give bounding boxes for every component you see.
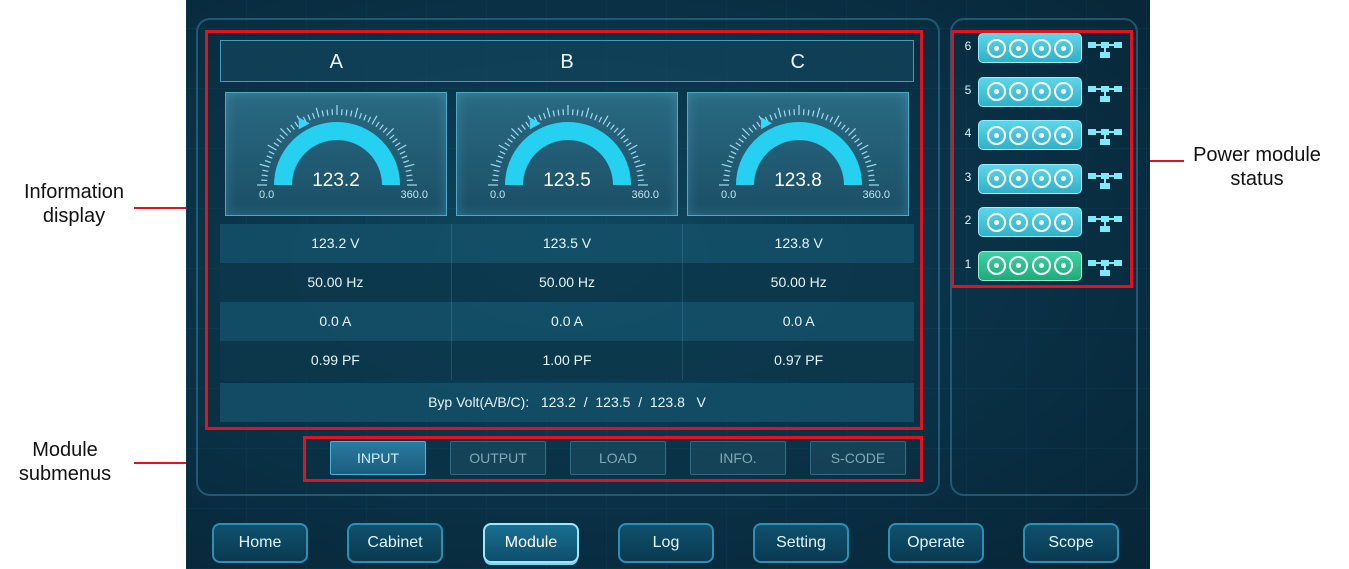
nav-module-button[interactable]: Module <box>483 523 579 563</box>
annotated-screenshot: Information display Module submenus Powe… <box>0 0 1349 569</box>
annotation-line-1: Module <box>32 439 98 461</box>
nav-scope-button[interactable]: Scope <box>1023 523 1119 563</box>
annotation-line-1: Power module <box>1193 144 1321 166</box>
nav-operate-button[interactable]: Operate <box>888 523 984 563</box>
highlight-module-submenus <box>303 436 923 482</box>
annotation-line-2: display <box>42 205 106 227</box>
annotation-information-display: Information display <box>4 180 144 228</box>
highlight-power-module-status <box>951 30 1133 288</box>
annotation-module-submenus: Module submenus <box>0 438 130 486</box>
nav-home-button[interactable]: Home <box>212 523 308 563</box>
nav-log-button[interactable]: Log <box>618 523 714 563</box>
nav-setting-button[interactable]: Setting <box>753 523 849 563</box>
annotation-line-2: submenus <box>18 463 112 485</box>
highlight-information-display <box>205 30 923 430</box>
annotation-line-1: Information <box>23 181 125 203</box>
annotation-power-module-status: Power module status <box>1172 143 1342 191</box>
annotation-line-2: status <box>1230 168 1284 190</box>
nav-cabinet-button[interactable]: Cabinet <box>347 523 443 563</box>
